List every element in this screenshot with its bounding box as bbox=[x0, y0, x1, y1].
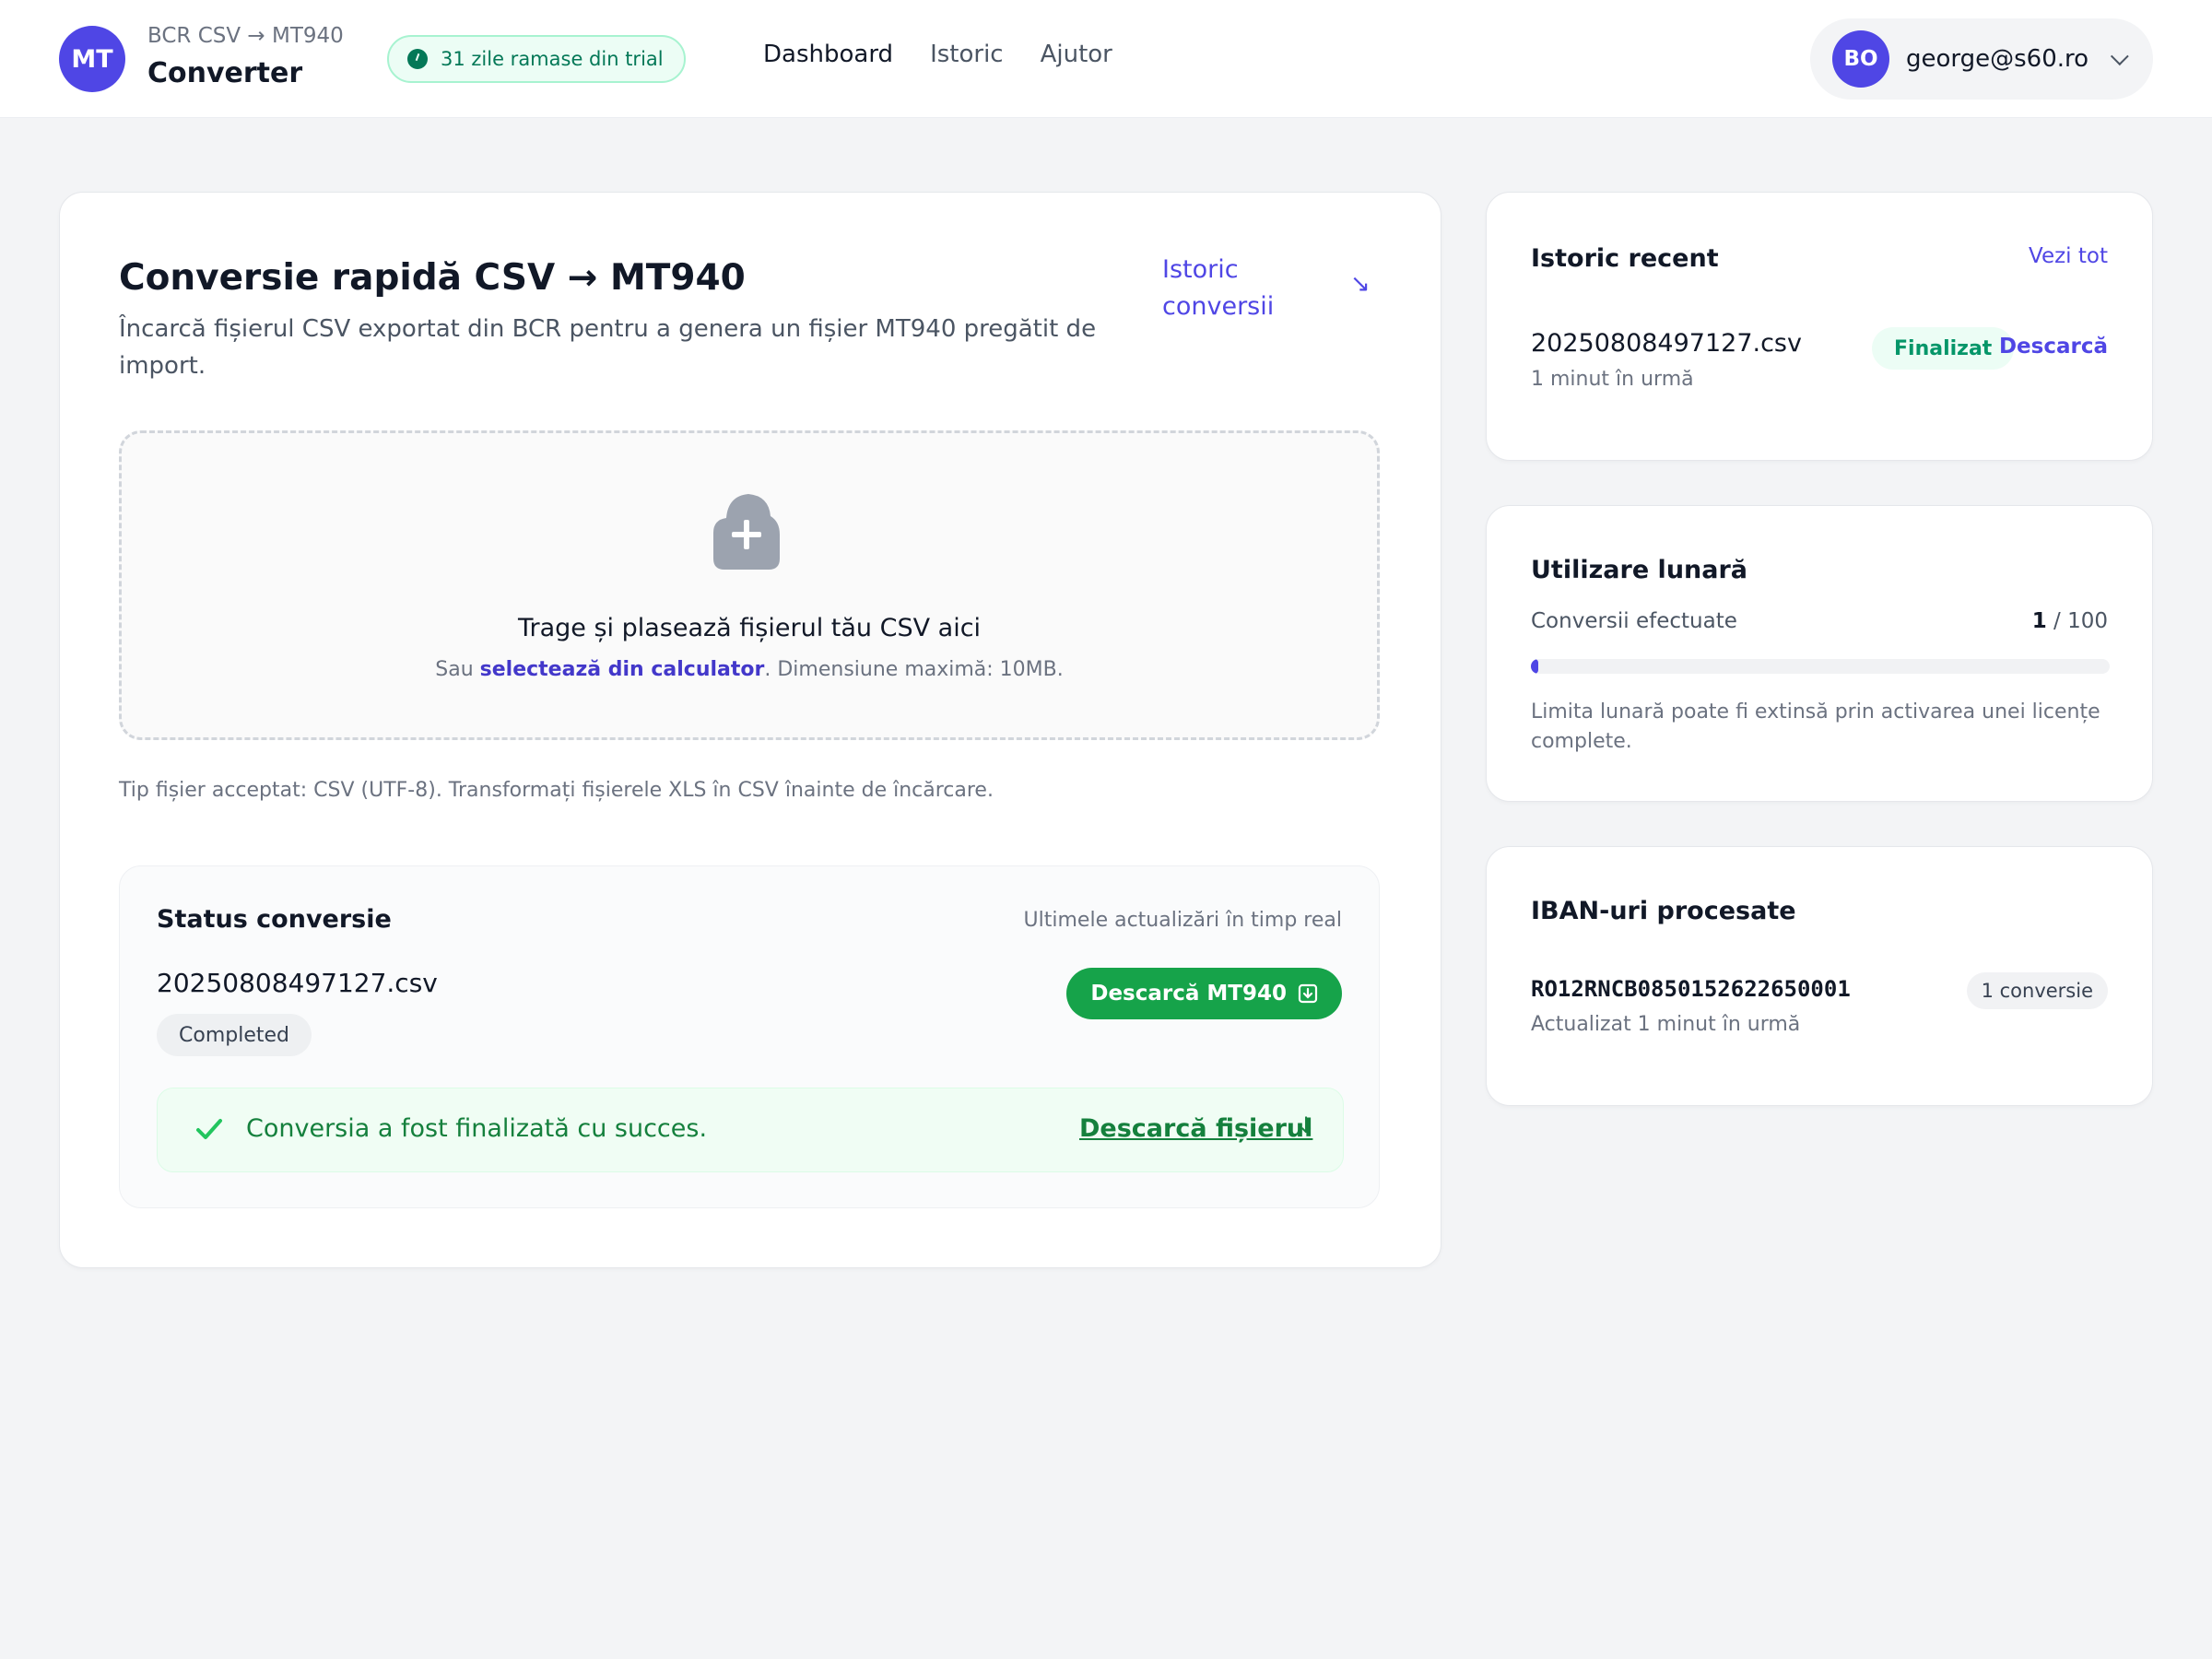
app-logo[interactable]: MT bbox=[59, 26, 125, 92]
status-badge: Finalizat bbox=[1872, 327, 2015, 370]
recent-file-time: 1 minut în urmă bbox=[1531, 368, 1694, 391]
history-conversions-link[interactable]: Istoric conversii bbox=[1162, 252, 1347, 325]
status-badge: Completed bbox=[157, 1014, 312, 1056]
recent-download-link[interactable]: Descarcă bbox=[1999, 335, 2108, 359]
dropzone-sub-prefix: Sau bbox=[435, 658, 480, 681]
brand-subtitle: BCR CSV → MT940 bbox=[147, 24, 344, 48]
success-message: Conversia a fost finalizată cu succes. bbox=[246, 1114, 708, 1143]
status-title: Status conversie bbox=[157, 905, 392, 934]
brand-title: Converter bbox=[147, 57, 303, 89]
nav-ajutor[interactable]: Ajutor bbox=[1041, 41, 1112, 68]
download-file-link[interactable]: Descarcă fișierul bbox=[1079, 1114, 1312, 1143]
check-icon bbox=[196, 1119, 222, 1139]
avatar: BO bbox=[1832, 30, 1889, 88]
clock-icon bbox=[407, 49, 428, 69]
usage-progress-bar bbox=[1531, 659, 2110, 674]
iban-conversion-badge: 1 conversie bbox=[1966, 972, 2108, 1009]
dropzone-title: Trage și plasează fișierul tău CSV aici bbox=[517, 614, 982, 642]
success-alert: Conversia a fost finalizată cu succes. D… bbox=[157, 1088, 1344, 1172]
conversion-status-panel: Status conversie Ultimele actualizări în… bbox=[119, 865, 1380, 1208]
recent-file-name: 20250808497127.csv bbox=[1531, 329, 1802, 358]
user-email: george@s60.ro bbox=[1906, 45, 2089, 73]
file-type-hint: Tip fișier acceptat: CSV (UTF-8). Transf… bbox=[119, 779, 994, 802]
page-title: Conversie rapidă CSV → MT940 bbox=[119, 257, 746, 299]
main-nav: Dashboard Istoric Ajutor bbox=[763, 41, 1112, 68]
chevron-down-icon bbox=[2110, 47, 2129, 66]
iban-title: IBAN-uri procesate bbox=[1531, 897, 1796, 925]
usage-note: Limita lunară poate fi extinsă prin acti… bbox=[1531, 700, 2100, 753]
usage-label: Conversii efectuate bbox=[1531, 609, 1737, 633]
nav-dashboard[interactable]: Dashboard bbox=[763, 41, 893, 68]
top-header: MT BCR CSV → MT940 Converter 31 zile ram… bbox=[0, 0, 2212, 118]
file-dropzone[interactable]: Trage și plasează fișierul tău CSV aici … bbox=[119, 430, 1380, 740]
see-all-link[interactable]: Vezi tot bbox=[2029, 244, 2108, 268]
usage-progress-fill bbox=[1531, 659, 1538, 674]
usage-value: 1 / 100 bbox=[2032, 609, 2108, 633]
usage-limit: / 100 bbox=[2046, 609, 2108, 633]
user-menu[interactable]: BO george@s60.ro bbox=[1810, 18, 2153, 100]
download-mt940-label: Descarcă MT940 bbox=[1090, 982, 1287, 1006]
download-mt940-button[interactable]: Descarcă MT940 bbox=[1066, 968, 1342, 1019]
arrow-down-right-icon[interactable]: ↘ bbox=[1350, 270, 1371, 298]
dropzone-subtitle: Sau selectează din calculator. Dimensiun… bbox=[122, 658, 1377, 681]
select-file-link[interactable]: selectează din calculator bbox=[480, 658, 765, 681]
quick-conversion-card: Conversie rapidă CSV → MT940 Încarcă fiș… bbox=[59, 192, 1441, 1268]
recent-history-title: Istoric recent bbox=[1531, 244, 1719, 273]
iban-code: RO12RNCB0850152622650001 bbox=[1531, 976, 1851, 1002]
usage-title: Utilizare lunară bbox=[1531, 556, 1748, 584]
download-icon bbox=[1298, 983, 1318, 1004]
status-file-name: 20250808497127.csv bbox=[157, 968, 438, 998]
iban-processed-card: IBAN-uri procesate RO12RNCB0850152622650… bbox=[1486, 846, 2153, 1106]
trial-text: 31 zile ramase din trial bbox=[441, 48, 664, 70]
recent-history-card: Istoric recent Vezi tot 20250808497127.c… bbox=[1486, 192, 2153, 461]
status-live-note: Ultimele actualizări în timp real bbox=[1023, 909, 1342, 932]
trial-badge: 31 zile ramase din trial bbox=[387, 35, 686, 83]
monthly-usage-card: Utilizare lunară Conversii efectuate 1 /… bbox=[1486, 505, 2153, 802]
dropzone-sub-suffix: . Dimensiune maximă: 10MB. bbox=[764, 658, 1064, 681]
nav-istoric[interactable]: Istoric bbox=[930, 41, 1004, 68]
usage-used: 1 bbox=[2031, 609, 2047, 633]
page-description: Încarcă fișierul CSV exportat din BCR pe… bbox=[119, 315, 1097, 380]
iban-updated-time: Actualizat 1 minut în urmă bbox=[1531, 1013, 1801, 1036]
upload-cloud-icon bbox=[713, 494, 780, 570]
arrow-down-icon[interactable]: ↓ bbox=[1297, 1112, 1315, 1138]
